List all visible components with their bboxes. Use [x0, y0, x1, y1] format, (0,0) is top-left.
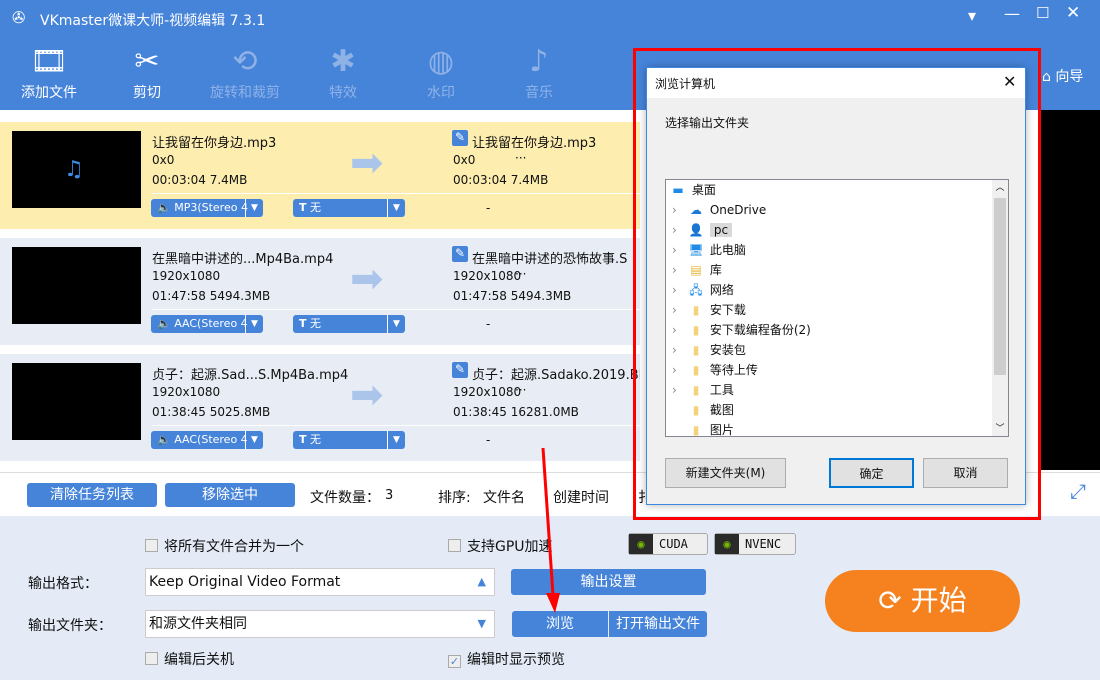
annotation-arrow — [541, 447, 560, 613]
